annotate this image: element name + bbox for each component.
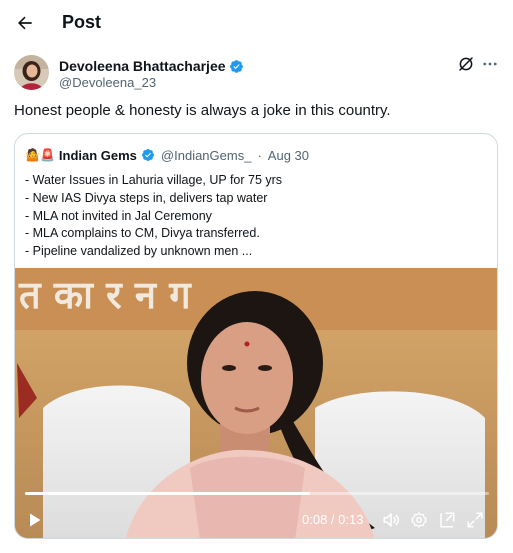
picture-in-picture-button[interactable] [438, 511, 456, 529]
video-progress-bar[interactable] [25, 492, 489, 495]
volume-button[interactable] [382, 511, 400, 529]
author-name[interactable]: Devoleena Bhattacharjee [59, 58, 244, 74]
verified-badge-icon [229, 59, 243, 73]
video-player[interactable]: त का र न ग 0:08 / 0:13 [15, 268, 497, 538]
post-author: Devoleena Bhattacharjee @Devoleena_23 [14, 55, 499, 91]
settings-button[interactable] [410, 511, 428, 529]
back-arrow-icon [18, 16, 32, 30]
grok-button[interactable] [457, 55, 477, 75]
quoted-post-card[interactable]: 🤷🚨 Indian Gems @IndianGems_ · Aug 30 - W… [14, 133, 498, 539]
expand-icon [467, 512, 483, 528]
author-handle[interactable]: @Devoleena_23 [59, 75, 156, 90]
post-text: Honest people & honesty is always a joke… [14, 102, 391, 119]
quoted-author-handle[interactable]: @IndianGems_ [161, 148, 252, 163]
back-button[interactable] [10, 8, 40, 38]
more-icon [483, 62, 497, 66]
page-title: Post [62, 12, 102, 32]
backdrop-text: त का र न ग [18, 273, 192, 317]
quoted-text-line: - MLA not invited in Jal Ceremony [25, 208, 212, 223]
dock-icon [440, 512, 455, 528]
verified-badge-icon [141, 149, 154, 161]
separator-dot: · [257, 147, 262, 163]
author-name-text: Devoleena Bhattacharjee [59, 58, 226, 74]
play-icon [30, 513, 41, 527]
quoted-text-line: - Water Issues in Lahuria village, UP fo… [25, 173, 283, 187]
quoted-text-line: - MLA complains to CM, Divya transferred… [25, 226, 260, 241]
quoted-author-emojis: 🤷🚨 [25, 148, 55, 162]
more-options-button[interactable] [480, 55, 500, 75]
top-bar: Post [0, 0, 513, 46]
video-progress-fill [25, 492, 311, 495]
quoted-text-line: - Pipeline vandalized by unknown men ... [25, 244, 253, 259]
volume-icon [383, 513, 399, 527]
quoted-post-header: 🤷🚨 Indian Gems @IndianGems_ · Aug 30 [25, 146, 309, 164]
quoted-post-date[interactable]: Aug 30 [268, 148, 309, 163]
fullscreen-button[interactable] [466, 511, 484, 529]
quoted-text-line: - New IAS Divya steps in, delivers tap w… [25, 190, 268, 205]
play-button[interactable] [27, 512, 43, 528]
grok-icon [459, 57, 473, 71]
quoted-author-name[interactable]: Indian Gems [59, 148, 137, 163]
quoted-post-text: - Water Issues in Lahuria village, UP fo… [25, 172, 485, 261]
video-frame: त का र न ग [15, 268, 497, 538]
gear-icon [411, 512, 427, 528]
video-timestamp: 0:08 / 0:13 [302, 512, 364, 527]
avatar[interactable] [14, 55, 49, 90]
